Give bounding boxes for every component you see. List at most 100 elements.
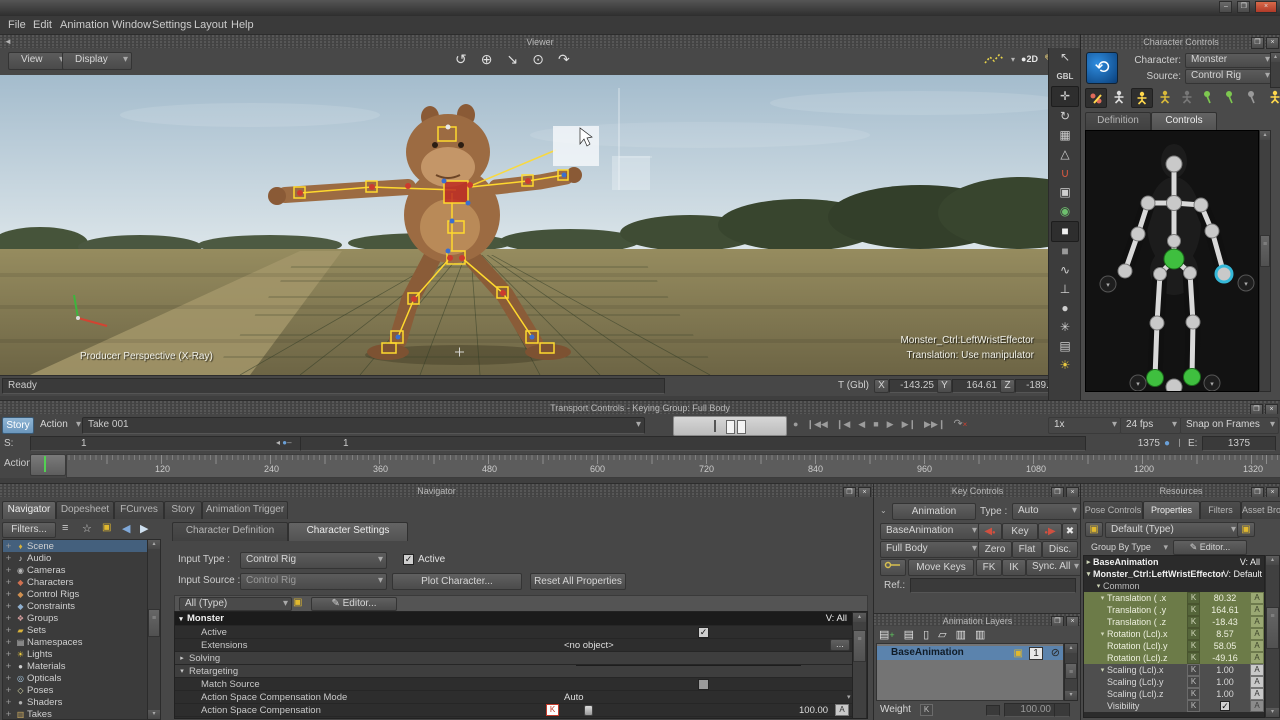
back-icon[interactable]: ◀ <box>122 522 130 535</box>
menu-animation[interactable]: Animation <box>60 16 109 34</box>
tree-item-poses[interactable]: +◇Poses <box>3 684 148 696</box>
restore-button[interactable]: ❐ <box>1237 1 1250 13</box>
monster-group-row[interactable]: ▾Monster V: All <box>175 612 867 626</box>
key-toggle[interactable]: K <box>1187 664 1200 676</box>
menu-edit[interactable]: Edit <box>33 16 52 34</box>
anim-toggle[interactable]: A <box>1250 628 1264 640</box>
play-button[interactable]: ▶ <box>887 417 894 432</box>
pan-icon[interactable]: ⊕ <box>481 51 493 68</box>
input-source-select[interactable]: Control Rig <box>240 573 387 590</box>
scroll-up-icon[interactable]: ▴ <box>1266 556 1279 565</box>
spline-icon[interactable]: ∿ <box>1052 261 1078 280</box>
prop-row[interactable]: VisibilityK✓A <box>1084 700 1264 712</box>
key-mode-icon[interactable] <box>880 559 906 576</box>
move-keys-button[interactable]: Move Keys <box>908 559 974 576</box>
x-value[interactable]: -143.25 <box>889 379 938 393</box>
next-key-button[interactable]: ▶❙ <box>902 417 916 432</box>
active-row[interactable]: Active✓ <box>175 626 867 639</box>
end-frame-field[interactable]: 1375 <box>1202 436 1276 451</box>
key-toggle[interactable]: K <box>1187 676 1200 688</box>
body-part-select[interactable]: Full Body <box>880 541 981 558</box>
input-type-select[interactable]: Control Rig <box>240 552 387 569</box>
translate-tool-icon[interactable]: ✛ <box>1051 86 1079 107</box>
tree-item-scene[interactable]: +♦Scene <box>3 540 148 552</box>
speed-select[interactable]: 1x <box>1048 417 1121 434</box>
weight-spinner[interactable] <box>1054 703 1070 717</box>
editor-button[interactable]: ✎ Editor... <box>311 597 397 611</box>
menu-settings[interactable]: Settings <box>152 16 192 34</box>
solid-shading-icon[interactable]: ■ <box>1051 221 1079 242</box>
scroll-handle[interactable]: ≡ <box>1266 607 1279 649</box>
key-toggle[interactable]: K <box>546 704 559 716</box>
scroll-up-icon[interactable]: ▴ <box>853 613 866 622</box>
tree-item-constraints[interactable]: +◆Constraints <box>3 600 148 612</box>
prop-row[interactable]: Scaling (Lcl).yK1.00A <box>1084 676 1264 688</box>
sync-select[interactable]: Sync. All <box>1026 559 1083 576</box>
snap-select[interactable]: Snap on Frames <box>1180 417 1279 434</box>
scroll-handle[interactable]: ≡ <box>148 609 160 637</box>
pin-rotate-icon[interactable] <box>1221 88 1241 106</box>
lock-icon[interactable]: ▣ <box>293 597 302 608</box>
story-button[interactable]: Story <box>2 417 34 434</box>
asc-slider[interactable] <box>576 665 801 666</box>
merge-all-icon[interactable]: ▥ <box>975 628 985 641</box>
reset-all-properties-button[interactable]: Reset All Properties <box>530 573 626 590</box>
anim-toggle[interactable]: A <box>835 704 849 716</box>
ctrl-rig-figure-icon[interactable] <box>1131 88 1153 108</box>
key-toggle[interactable]: K <box>1187 628 1200 640</box>
delete-key-button[interactable]: ✖ <box>1062 523 1078 540</box>
menu-help[interactable]: Help <box>231 16 254 34</box>
wire-shading-icon[interactable]: ■ <box>1052 242 1078 261</box>
key-toggle[interactable]: K <box>1187 640 1200 652</box>
prop-row[interactable]: Rotation (Lcl).zK-49.16A <box>1084 652 1264 664</box>
merge-layers-icon[interactable]: ▥ <box>956 628 966 641</box>
source-select[interactable]: Control Rig <box>1185 69 1274 84</box>
prop-row[interactable]: Translation ( .yK164.61A <box>1084 604 1264 616</box>
dock-icon[interactable]: ❐ <box>1251 37 1264 49</box>
mode-2d-icon[interactable]: ●2D <box>1021 54 1038 64</box>
solving-group-row[interactable]: ▸Solving <box>175 652 867 665</box>
tree-item-sets[interactable]: +▰Sets <box>3 624 148 636</box>
timeline-ruler[interactable]: 120 240 360 480 600 720 840 960 1080 120… <box>66 454 1280 478</box>
fk-button[interactable]: FK <box>976 559 1002 576</box>
keypath-dropdown-icon[interactable]: ▾ <box>1011 55 1015 64</box>
disabled-figure-icon[interactable] <box>1177 88 1197 106</box>
lock-icon[interactable]: ▣ <box>1014 647 1023 661</box>
y-value[interactable]: 164.61 <box>952 379 1001 393</box>
flat-button[interactable]: Flat <box>1012 541 1042 558</box>
x-axis-chip[interactable]: X <box>874 379 889 393</box>
weight-field[interactable]: 100.00 <box>1004 703 1055 717</box>
snap-tool-icon[interactable]: △ <box>1052 145 1078 164</box>
editor-button[interactable]: ✎ Editor... <box>1173 540 1247 555</box>
prop-row[interactable]: ▾Monster_Ctrl:LeftWristEffectorV: Defaul… <box>1084 568 1264 580</box>
tree-item-namespaces[interactable]: +▤Namespaces <box>3 636 148 648</box>
tree-item-audio[interactable]: +♪Audio <box>3 552 148 564</box>
prop-row[interactable]: Scaling (Lcl).zK1.00A <box>1084 688 1264 700</box>
tab-story[interactable]: Story <box>164 501 202 519</box>
pin-icon[interactable]: ⊥ <box>1052 280 1078 299</box>
scroll-handle[interactable]: ≡ <box>1065 663 1077 679</box>
menu-window[interactable]: Window <box>112 16 151 34</box>
end-slider-icon[interactable]: ● <box>1164 438 1170 449</box>
lock-icon[interactable]: ▣ <box>1237 522 1255 537</box>
tab-asset-browser[interactable]: Asset Browser <box>1241 501 1280 519</box>
stop-button[interactable]: ■ <box>873 417 878 432</box>
tab-properties[interactable]: Properties <box>1143 501 1200 519</box>
select-arrow-icon[interactable]: ↖ <box>1052 48 1078 67</box>
orbit-icon[interactable]: ↺ <box>455 51 467 68</box>
animation-mode-button[interactable]: Animation <box>892 503 976 520</box>
active-checkbox[interactable]: ✓ <box>403 554 414 565</box>
menu-layout[interactable]: Layout <box>194 16 227 34</box>
light-icon[interactable]: ☀ <box>1052 356 1078 375</box>
anim-toggle[interactable]: A <box>1250 652 1264 664</box>
step-back-button[interactable]: ◀ <box>858 417 865 432</box>
camera-icon[interactable]: ▤ <box>1052 337 1078 356</box>
layer-row-baseanimation[interactable]: BaseAnimation ▣ 1 ⊘ <box>877 646 1063 660</box>
prop-row[interactable]: Translation ( .zK-18.43A <box>1084 616 1264 628</box>
tree-item-characters[interactable]: +◆Characters <box>3 576 148 588</box>
marker-edit-icon[interactable] <box>1085 88 1107 108</box>
character-select[interactable]: Monster <box>1185 53 1274 68</box>
range-handle[interactable] <box>30 454 66 476</box>
goto-end-button[interactable]: ▶▶❙ <box>924 417 945 432</box>
tab-character-definition[interactable]: Character Definition <box>172 522 288 541</box>
